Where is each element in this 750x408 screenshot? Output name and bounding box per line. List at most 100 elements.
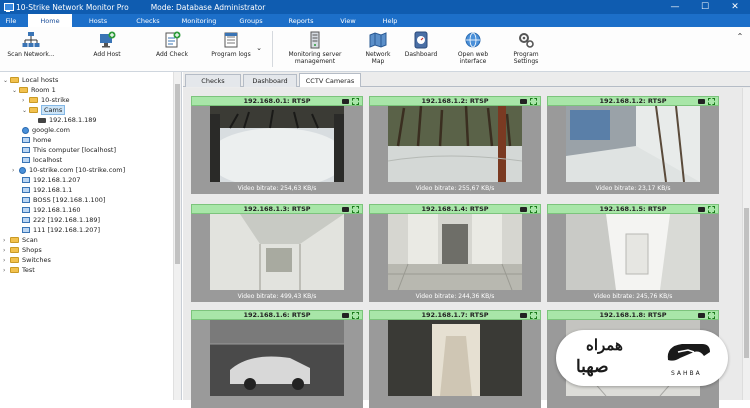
scan-network-button[interactable]: Scan Network...: [4, 31, 58, 58]
add-check-button[interactable]: Add Check: [150, 31, 194, 58]
camera-grid-scrollbar[interactable]: [742, 88, 750, 400]
camera-feed: [210, 106, 344, 182]
tree-scrollbar[interactable]: [173, 72, 181, 400]
menu-home[interactable]: Home: [28, 14, 72, 27]
record-camera-icon[interactable]: [698, 99, 705, 104]
menu-checks[interactable]: Checks: [126, 14, 170, 27]
record-camera-icon[interactable]: [342, 313, 349, 318]
add-host-label: Add Host: [93, 51, 121, 58]
camera-title: 192.168.1.2: RTSP: [421, 97, 489, 105]
tree-node-home[interactable]: home: [22, 135, 51, 145]
camera-tile[interactable]: 192.168.0.1: RTSP Video bitrate: 254,63 …: [191, 96, 363, 194]
tree-node-host-111[interactable]: 111 [192.168.1.207]: [22, 225, 100, 235]
folder-icon: [10, 267, 19, 273]
tree-node-localhost[interactable]: localhost: [22, 155, 62, 165]
tree-node-local-hosts[interactable]: ⌄ Local hosts: [3, 75, 58, 85]
menu-monitoring[interactable]: Monitoring: [175, 14, 223, 27]
tree-node-host-207[interactable]: 192.168.1.207: [22, 175, 81, 185]
collapse-arrow-icon[interactable]: ›: [3, 237, 10, 244]
computer-icon: [22, 217, 30, 223]
camera-tile[interactable]: 192.168.1.5: RTSP Video bitrate: 245,76 …: [547, 204, 719, 302]
camera-tile[interactable]: 192.168.1.7: RTSP: [369, 310, 541, 408]
camera-header: 192.168.1.6: RTSP: [191, 310, 363, 320]
tree-node-shops[interactable]: › Shops: [3, 245, 42, 255]
tree-node-cams[interactable]: ⌄ Cams: [22, 105, 66, 115]
tree-node-boss[interactable]: BOSS [192.168.1.100]: [22, 195, 105, 205]
camera-header: 192.168.1.5: RTSP: [547, 204, 719, 214]
tree-node-scan[interactable]: › Scan: [3, 235, 38, 245]
collapse-arrow-icon[interactable]: ›: [12, 167, 19, 174]
tree-node-host-222[interactable]: 222 [192.168.1.189]: [22, 215, 100, 225]
tree-node-camera-host[interactable]: 192.168.1.189: [38, 115, 97, 125]
collapse-arrow-icon[interactable]: ›: [3, 257, 10, 264]
program-settings-button[interactable]: Program Settings: [506, 31, 546, 65]
record-camera-icon[interactable]: [698, 207, 705, 212]
fullscreen-icon[interactable]: [708, 312, 715, 319]
camera-tile[interactable]: 192.168.1.6: RTSP: [191, 310, 363, 408]
tree-node-switches[interactable]: › Switches: [3, 255, 51, 265]
folder-icon: [19, 87, 28, 93]
tree-node-test[interactable]: › Test: [3, 265, 35, 275]
expand-arrow-icon[interactable]: ⌄: [3, 77, 10, 84]
open-web-interface-button[interactable]: Open web interface: [450, 31, 496, 65]
tree-node-10-strike[interactable]: › 10-strike: [22, 95, 70, 105]
maximize-button[interactable]: ☐: [690, 0, 720, 14]
menu-hosts[interactable]: Hosts: [80, 14, 116, 27]
menu-reports[interactable]: Reports: [281, 14, 321, 27]
collapse-arrow-icon[interactable]: ›: [22, 97, 29, 104]
collapse-arrow-icon[interactable]: ›: [3, 247, 10, 254]
camera-title: 192.168.1.6: RTSP: [243, 311, 311, 319]
fullscreen-icon[interactable]: [708, 206, 715, 213]
tab-cctv-cameras[interactable]: CCTV Cameras: [299, 73, 361, 87]
tab-dashboard[interactable]: Dashboard: [243, 74, 297, 87]
dashboard-button[interactable]: Dashboard: [400, 31, 442, 58]
program-logs-button[interactable]: Program logs: [208, 31, 254, 58]
collapse-arrow-icon[interactable]: ›: [3, 267, 10, 274]
expand-arrow-icon[interactable]: ⌄: [12, 87, 19, 94]
fullscreen-icon[interactable]: [708, 98, 715, 105]
minimize-button[interactable]: —: [660, 0, 690, 14]
program-logs-dropdown[interactable]: ⌄: [254, 45, 264, 52]
record-camera-icon[interactable]: [698, 313, 705, 318]
menu-view[interactable]: View: [333, 14, 363, 27]
record-camera-icon[interactable]: [342, 99, 349, 104]
camera-tile[interactable]: 192.168.1.3: RTSP Video bitrate: 499,43 …: [191, 204, 363, 302]
camera-feed: [388, 214, 522, 290]
fullscreen-icon[interactable]: [530, 206, 537, 213]
fullscreen-icon[interactable]: [352, 312, 359, 319]
monitoring-server-button[interactable]: Monitoring server management: [283, 31, 347, 65]
record-camera-icon[interactable]: [520, 207, 527, 212]
record-camera-icon[interactable]: [520, 313, 527, 318]
close-button[interactable]: ✕: [720, 0, 750, 14]
record-camera-icon[interactable]: [342, 207, 349, 212]
tree-node-this-computer[interactable]: This computer [localhost]: [22, 145, 116, 155]
network-map-button[interactable]: Network Map: [360, 31, 396, 65]
tab-checks[interactable]: Checks: [185, 74, 241, 87]
camera-tile[interactable]: 192.168.1.2: RTSP Video bitrate: 23,17 K…: [547, 96, 719, 194]
folder-icon: [10, 237, 19, 243]
tree-node-10-strike-com[interactable]: › 10-strike.com [10-strike.com]: [12, 165, 125, 175]
watermark-logo: همراه صهبا SAHBA: [556, 330, 728, 386]
camera-feed: [210, 320, 344, 396]
tree-scrollbar-thumb[interactable]: [175, 84, 180, 264]
fullscreen-icon[interactable]: [530, 98, 537, 105]
camera-grid-scrollbar-thumb[interactable]: [744, 208, 749, 358]
add-host-button[interactable]: Add Host: [86, 31, 128, 58]
tree-node-google[interactable]: google.com: [22, 125, 70, 135]
fullscreen-icon[interactable]: [530, 312, 537, 319]
tree-node-host-1[interactable]: 192.168.1.1: [22, 185, 72, 195]
menu-groups[interactable]: Groups: [231, 14, 271, 27]
computer-icon: [22, 157, 30, 163]
tree-node-room1[interactable]: ⌄ Room 1: [12, 85, 56, 95]
menu-file[interactable]: File: [0, 14, 22, 27]
expand-arrow-icon[interactable]: ⌄: [22, 107, 29, 114]
fullscreen-icon[interactable]: [352, 98, 359, 105]
fullscreen-icon[interactable]: [352, 206, 359, 213]
collapse-ribbon-button[interactable]: ⌃: [734, 33, 746, 41]
camera-tile[interactable]: 192.168.1.2: RTSP Video bitrate: 255,67 …: [369, 96, 541, 194]
router-icon: [22, 187, 30, 193]
record-camera-icon[interactable]: [520, 99, 527, 104]
tree-node-host-160[interactable]: 192.168.1.160: [22, 205, 81, 215]
camera-tile[interactable]: 192.168.1.4: RTSP Video bitrate: 244,36 …: [369, 204, 541, 302]
menu-help[interactable]: Help: [375, 14, 405, 27]
